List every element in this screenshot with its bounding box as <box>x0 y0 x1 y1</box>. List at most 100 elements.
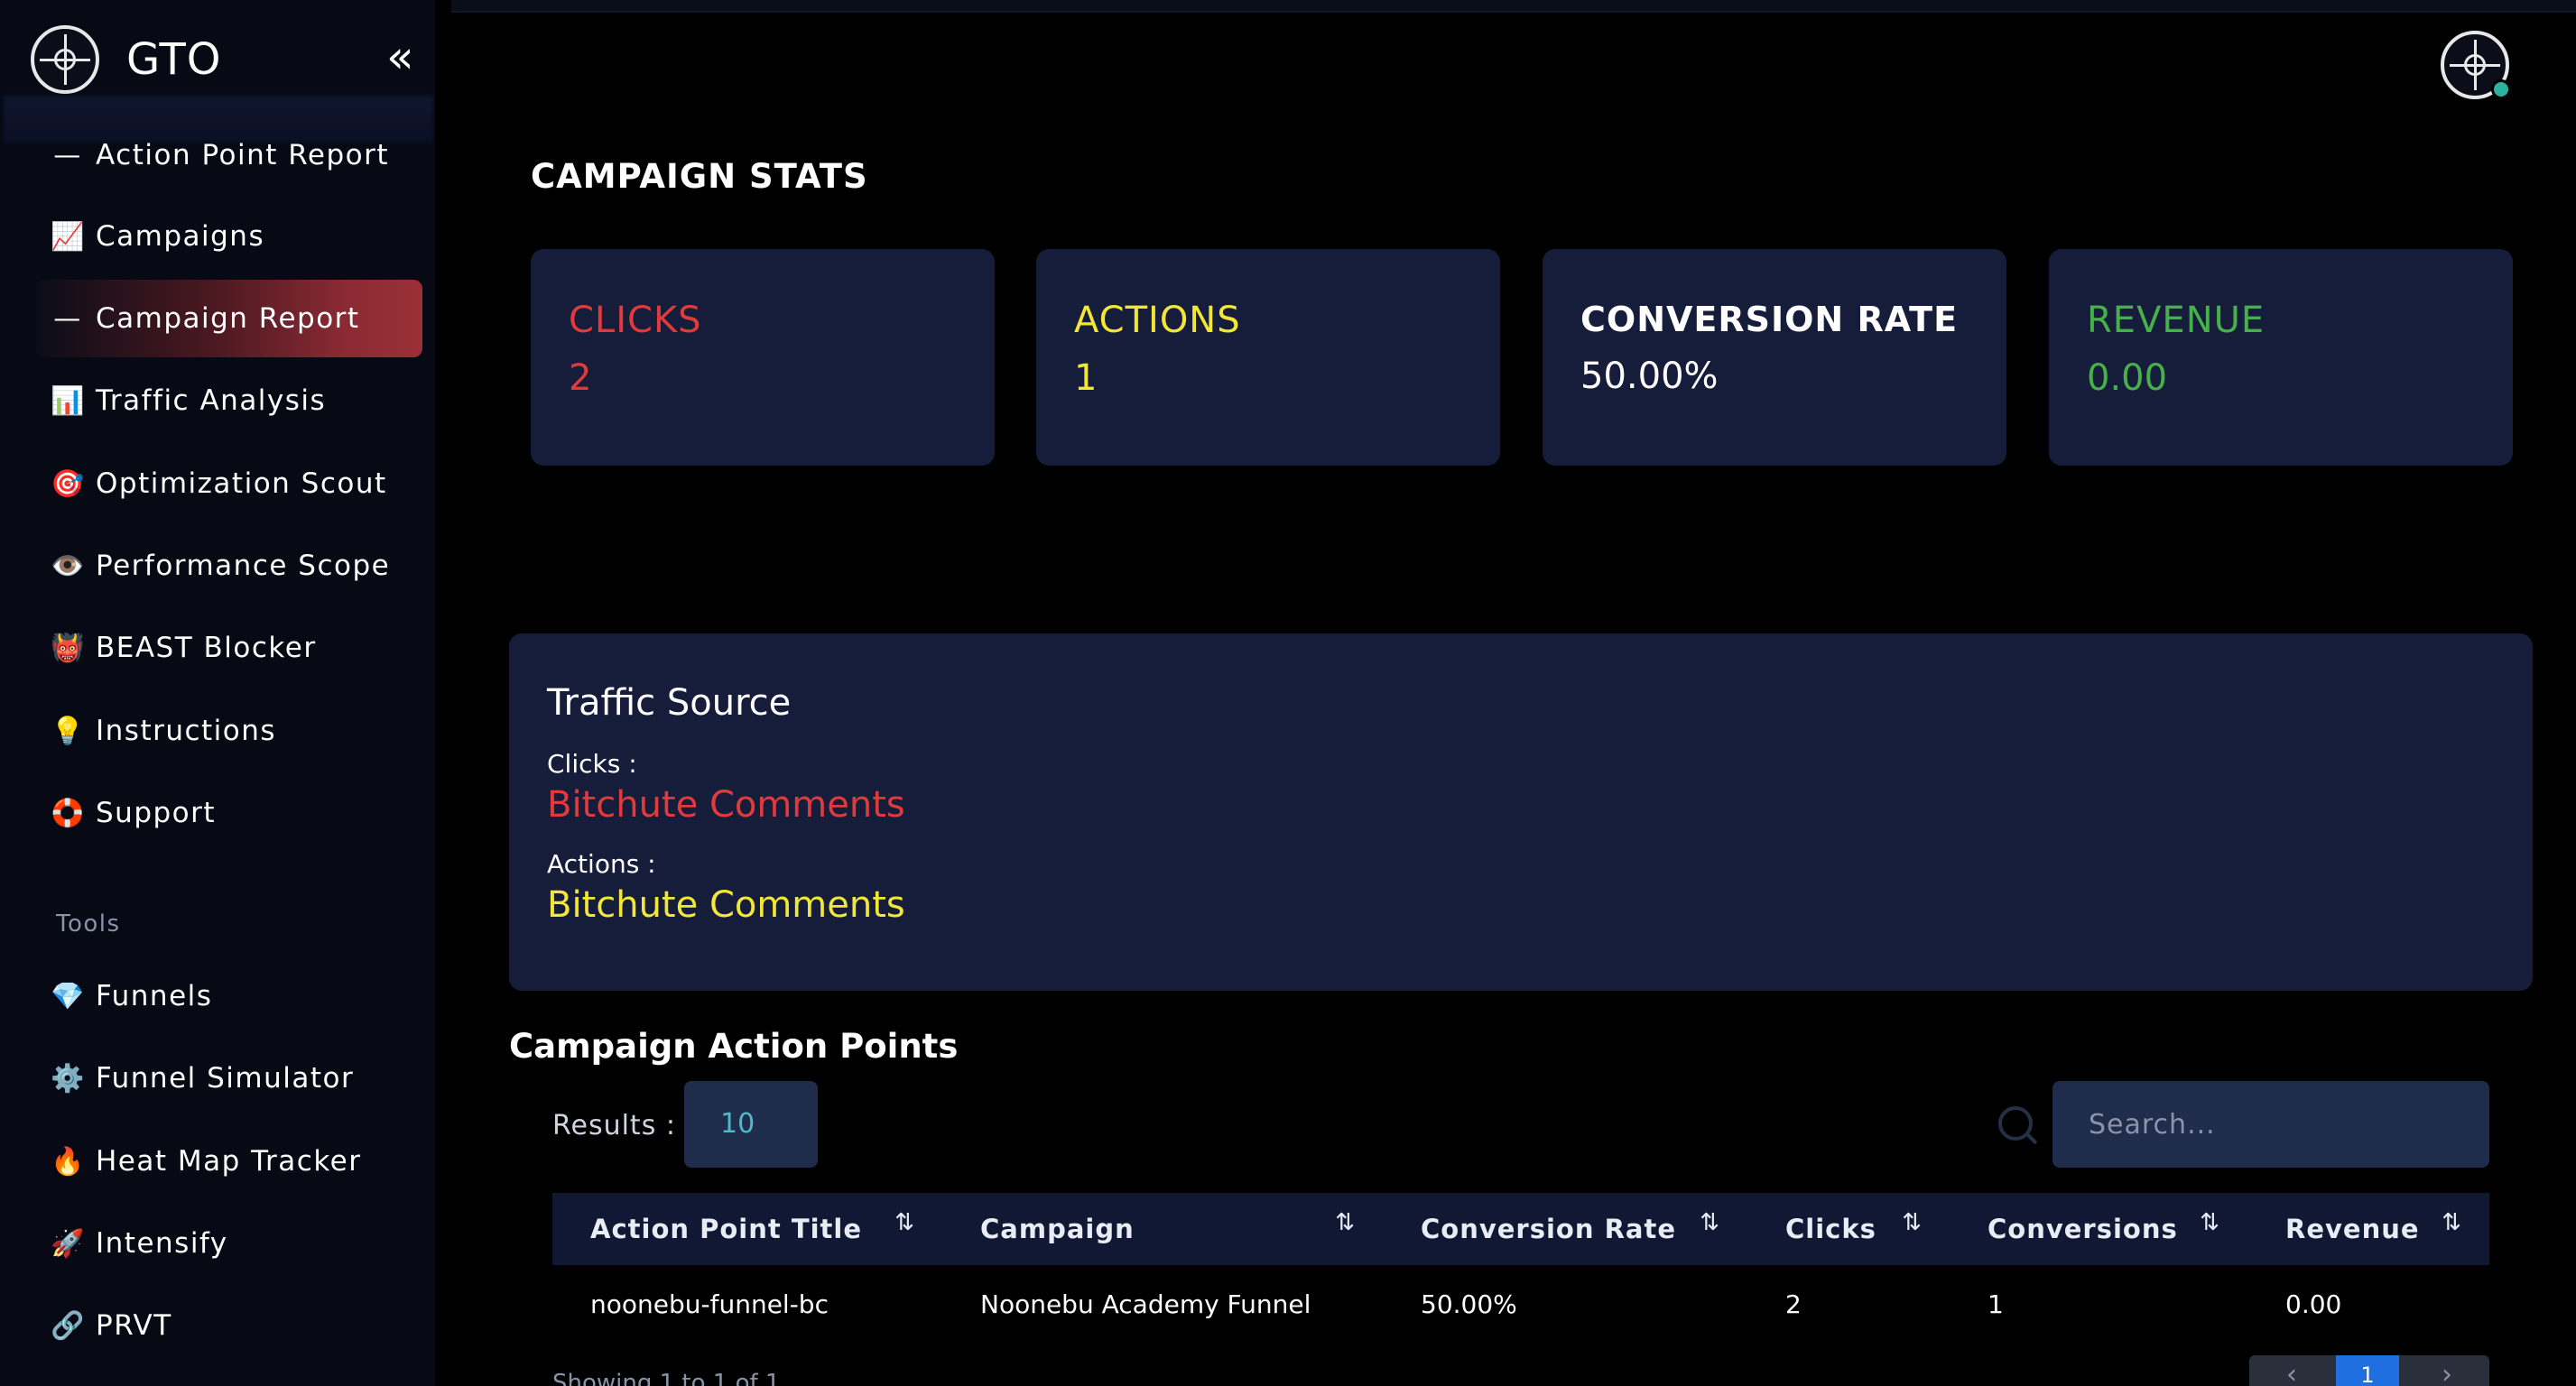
online-status-dot <box>2491 79 2511 99</box>
stat-value: 2 <box>569 357 592 399</box>
next-page-button[interactable]: › <box>2415 1355 2479 1386</box>
column-header-clicks[interactable]: Clicks ⇅ <box>1747 1193 1950 1265</box>
sidebar-item-beast-blocker[interactable]: 👹 BEAST Blocker <box>36 609 422 687</box>
sidebar-item-label: Campaign Report <box>96 302 360 335</box>
search-icon <box>1998 1106 2033 1141</box>
sidebar-item-label: Funnels <box>96 980 213 1012</box>
link-icon: 🔗 <box>51 1309 86 1342</box>
results-per-page-select[interactable]: 10 <box>684 1081 818 1168</box>
rocket-icon: 🚀 <box>51 1227 86 1260</box>
sort-icon[interactable]: ⇅ <box>1700 1209 1720 1236</box>
table-header-row: Action Point Title ⇅ Campaign ⇅ Conversion… <box>552 1193 2489 1265</box>
sidebar: GTO « — Action Point Report 📈 Campaigns … <box>0 0 435 1386</box>
sidebar-item-campaigns[interactable]: 📈 Campaigns <box>36 198 422 275</box>
collapse-sidebar-button[interactable]: « <box>386 34 414 79</box>
previous-page-button[interactable]: ‹ <box>2260 1355 2323 1386</box>
page-title: CAMPAIGN STATS <box>531 157 868 196</box>
cell-conversion-rate: 50.00% <box>1421 1289 1517 1319</box>
brand[interactable]: GTO <box>31 23 222 96</box>
gear-icon: ⚙️ <box>51 1062 86 1095</box>
stat-card-clicks: CLICKS 2 <box>531 249 995 466</box>
ogre-icon: 👹 <box>51 632 86 664</box>
sidebar-item-label: Performance Scope <box>96 550 391 582</box>
column-header-revenue[interactable]: Revenue ⇅ <box>2247 1193 2489 1265</box>
stat-value: 0.00 <box>2087 357 2168 399</box>
cell-clicks: 2 <box>1785 1289 1802 1319</box>
stat-label: CONVERSION RATE <box>1580 300 1959 339</box>
tools-section-label: Tools <box>56 910 121 938</box>
crosshair-icon <box>2464 54 2486 76</box>
chart-up-icon: 📈 <box>51 220 86 253</box>
sidebar-item-label: Heat Map Tracker <box>96 1145 362 1178</box>
sort-icon[interactable]: ⇅ <box>1335 1209 1356 1236</box>
column-header-conversions[interactable]: Conversions ⇅ <box>1950 1193 2247 1265</box>
fire-icon: 🔥 <box>51 1145 86 1178</box>
showing-entries-text: Showing 1 to 1 of 1 <box>552 1370 781 1386</box>
cell-action-point-title: noonebu-funnel-bc <box>590 1289 829 1319</box>
actions-source-value: Bitchute Comments <box>547 884 905 926</box>
light-bulb-icon: 💡 <box>51 715 86 747</box>
bar-chart-icon: 📊 <box>51 384 86 417</box>
traffic-source-title: Traffic Source <box>547 682 792 724</box>
page-1-button[interactable]: 1 <box>2336 1355 2399 1386</box>
target-icon: 🎯 <box>51 467 86 500</box>
sidebar-item-traffic-analysis[interactable]: 📊 Traffic Analysis <box>36 362 422 439</box>
sidebar-item-instructions[interactable]: 💡 Instructions <box>36 692 422 770</box>
user-avatar[interactable] <box>2441 31 2511 99</box>
column-header-campaign[interactable]: Campaign ⇅ <box>942 1193 1383 1265</box>
gem-icon: 💎 <box>51 980 86 1012</box>
sort-icon[interactable]: ⇅ <box>894 1209 915 1236</box>
sidebar-item-label: Instructions <box>96 715 277 747</box>
sidebar-item-support[interactable]: 🛟 Support <box>36 774 422 852</box>
stat-card-conversion-rate: CONVERSION RATE 50.00% <box>1543 249 2006 466</box>
top-bar <box>451 0 2576 13</box>
sidebar-item-optimization-scout[interactable]: 🎯 Optimization Scout <box>36 445 422 522</box>
sidebar-item-heat-map-tracker[interactable]: 🔥 Heat Map Tracker <box>36 1123 422 1200</box>
pagination: ‹ 1 › <box>2249 1355 2489 1386</box>
stat-label: ACTIONS <box>1074 300 1241 341</box>
search-input[interactable] <box>2052 1081 2489 1168</box>
sidebar-item-label: BEAST Blocker <box>96 632 317 664</box>
actions-source-label: Actions : <box>547 849 656 879</box>
cell-campaign: Noonebu Academy Funnel <box>980 1289 1311 1319</box>
sidebar-item-intensify[interactable]: 🚀 Intensify <box>36 1205 422 1282</box>
sidebar-item-label: Funnel Simulator <box>96 1062 355 1095</box>
sidebar-item-campaign-report[interactable]: — Campaign Report <box>36 280 422 357</box>
sidebar-item-performance-scope[interactable]: 👁️ Performance Scope <box>36 527 422 605</box>
stat-card-actions: ACTIONS 1 <box>1036 249 1500 466</box>
sidebar-item-label: Support <box>96 797 217 829</box>
eye-icon: 👁️ <box>51 550 86 582</box>
sidebar-item-action-point-report[interactable]: — Action Point Report <box>36 116 422 194</box>
dash-icon: — <box>53 139 82 171</box>
action-points-table: Action Point Title ⇅ Campaign ⇅ Conversion… <box>552 1193 2489 1343</box>
dash-icon: — <box>53 302 82 335</box>
lifebuoy-icon: 🛟 <box>51 797 86 829</box>
sidebar-item-funnels[interactable]: 💎 Funnels <box>36 957 422 1035</box>
sidebar-item-label: Traffic Analysis <box>96 384 327 417</box>
stat-value: 50.00% <box>1580 356 1719 397</box>
sort-icon[interactable]: ⇅ <box>2442 1209 2462 1236</box>
column-header-action-point-title[interactable]: Action Point Title ⇅ <box>552 1193 942 1265</box>
sidebar-item-label: Action Point Report <box>96 139 390 171</box>
sort-icon[interactable]: ⇅ <box>1902 1209 1923 1236</box>
sidebar-item-label: PRVT <box>96 1309 172 1342</box>
campaign-action-points-title: Campaign Action Points <box>509 1027 959 1066</box>
cell-conversions: 1 <box>1988 1289 2004 1319</box>
cell-revenue: 0.00 <box>2285 1289 2342 1319</box>
column-header-conversion-rate[interactable]: Conversion Rate ⇅ <box>1383 1193 1747 1265</box>
stat-value: 1 <box>1074 357 1098 399</box>
brand-name: GTO <box>126 34 222 85</box>
sort-icon[interactable]: ⇅ <box>2200 1209 2220 1236</box>
sidebar-item-funnel-simulator[interactable]: ⚙️ Funnel Simulator <box>36 1040 422 1117</box>
sidebar-item-prvt[interactable]: 🔗 PRVT <box>36 1287 422 1364</box>
clicks-source-label: Clicks : <box>547 749 637 779</box>
table-row[interactable]: noonebu-funnel-bc Noonebu Academy Funnel… <box>552 1265 2489 1343</box>
clicks-source-value: Bitchute Comments <box>547 784 905 826</box>
stat-label: REVENUE <box>2087 300 2266 341</box>
traffic-source-panel: Traffic Source Clicks : Bitchute Comment… <box>509 633 2533 991</box>
crosshair-logo-icon <box>31 25 99 94</box>
sidebar-item-label: Optimization Scout <box>96 467 387 500</box>
stat-card-revenue: REVENUE 0.00 <box>2049 249 2513 466</box>
sidebar-item-label: Intensify <box>96 1227 228 1260</box>
stat-label: CLICKS <box>569 300 702 341</box>
